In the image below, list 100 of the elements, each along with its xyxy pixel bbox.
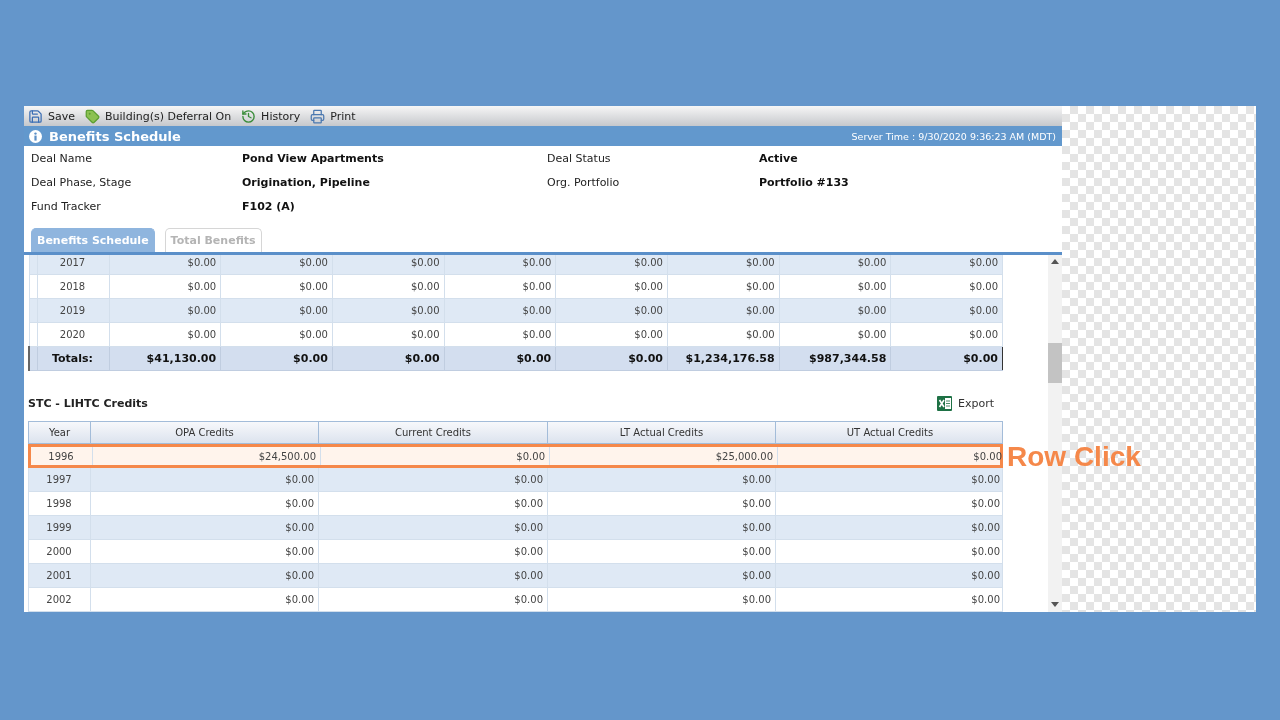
amount-cell: $24,500.00: [93, 447, 321, 465]
total-cell: $1,234,176.58: [667, 346, 780, 371]
amount-cell-text: $0.00: [970, 593, 1001, 607]
amount-cell: $0.00: [779, 255, 891, 275]
export-button[interactable]: Export: [937, 395, 994, 411]
total-cell: $987,344.58: [779, 346, 891, 371]
total-cell: $0.00: [890, 346, 1003, 371]
amount-cell: $0.00: [332, 322, 445, 347]
amount-cell-text: $0.00: [970, 545, 1001, 559]
amount-cell: $0.00: [548, 564, 776, 587]
amount-cell: $0.00: [444, 274, 556, 299]
amount-cell: $0.00: [890, 322, 1003, 347]
amount-cell: $0.00: [555, 298, 668, 323]
scroll-down-icon[interactable]: [1051, 602, 1059, 607]
column-header[interactable]: UT Actual Credits: [776, 422, 1004, 443]
amount-cell-text: $0.00: [970, 473, 1001, 487]
amount-cell: $0.00: [444, 255, 556, 275]
amount-cell: $0.00: [667, 298, 780, 323]
amount-cell: $0.00: [91, 492, 319, 515]
amount-cell: $0.00: [109, 322, 221, 347]
field-value: Portfolio #133: [759, 175, 850, 189]
amount-cell: $0.00: [109, 274, 221, 299]
field-value: Origination, Pipeline: [242, 175, 371, 189]
amount-cell: $0.00: [319, 588, 548, 611]
scrollbar-thumb[interactable]: [1048, 343, 1062, 383]
total-cell: $0.00: [555, 346, 668, 371]
field-label: Org. Portfolio: [547, 175, 621, 189]
total-cell: $41,130.00: [109, 346, 221, 371]
column-header[interactable]: OPA Credits: [91, 422, 319, 443]
amount-cell: $0.00: [779, 274, 891, 299]
amount-cell: $0.00: [91, 540, 319, 563]
year-cell: 2018: [37, 274, 109, 299]
year-cell: 1996: [31, 447, 93, 465]
total-cell: $0.00: [332, 346, 445, 371]
section-title: STC - LIHTC Credits: [28, 396, 148, 410]
table-row[interactable]: 2000 $0.00 $0.00 $0.00 $0.00: [28, 540, 1003, 564]
amount-cell: $0.00: [779, 298, 891, 323]
column-header[interactable]: Current Credits: [319, 422, 548, 443]
table-row[interactable]: 1999 $0.00 $0.00 $0.00 $0.00: [28, 516, 1003, 540]
field-label: Fund Tracker: [31, 199, 102, 213]
year-cell: 1998: [29, 492, 91, 515]
field-value: F102 (A): [242, 199, 296, 213]
amount-cell: $0.00: [319, 468, 548, 491]
column-header[interactable]: Year: [29, 422, 91, 443]
amount-cell: $0.00: [444, 298, 556, 323]
table-row[interactable]: 1997 $0.00 $0.00 $0.00 $0.00: [28, 468, 1003, 492]
table-row[interactable]: 2002 $0.00 $0.00 $0.00 $0.00: [28, 588, 1003, 612]
year-cell: 1999: [29, 516, 91, 539]
amount-cell: $0.00: [555, 255, 668, 275]
amount-cell: $0.00: [91, 588, 319, 611]
amount-cell: $0.00: [319, 540, 548, 563]
year-cell: 2000: [29, 540, 91, 563]
amount-cell: $0.00: [667, 322, 780, 347]
amount-cell: $0.00: [220, 274, 333, 299]
year-cell: 2017: [37, 255, 109, 275]
totals-label: Totals:: [37, 346, 109, 371]
amount-cell: $0.00: [319, 516, 548, 539]
amount-cell: $0.00: [319, 492, 548, 515]
server-time: Server Time : 9/30/2020 9:36:23 AM (MDT): [851, 130, 1056, 142]
amount-cell: $0.00: [220, 298, 333, 323]
amount-cell: $0.00: [890, 274, 1003, 299]
amount-cell: $0.00: [890, 255, 1003, 275]
toolbar-button[interactable]: Building(s) Deferral On: [85, 108, 232, 124]
amount-cell: $0.00: [555, 274, 668, 299]
amount-cell-text: $0.00: [970, 497, 1001, 511]
column-header[interactable]: LT Actual Credits: [548, 422, 776, 443]
amount-cell: $25,000.00: [550, 447, 778, 465]
amount-cell: $0.00: [548, 516, 776, 539]
amount-cell: $0.00: [332, 298, 445, 323]
info-icon: [29, 129, 42, 143]
year-cell: 1997: [29, 468, 91, 491]
scroll-up-icon[interactable]: [1051, 259, 1059, 264]
amount-cell: $0.00: [667, 274, 780, 299]
amount-cell-text: $0.00: [970, 569, 1001, 583]
field-value: Active: [759, 151, 799, 165]
amount-cell: $0.00: [321, 447, 550, 465]
total-cell: $0.00: [220, 346, 333, 371]
year-cell: 2002: [29, 588, 91, 611]
table-row[interactable]: 1998 $0.00 $0.00 $0.00 $0.00: [28, 492, 1003, 516]
field-label: Deal Name: [31, 151, 93, 165]
amount-cell: $0.00: [667, 255, 780, 275]
toolbar-button[interactable]: Save: [28, 108, 75, 124]
amount-cell: $0.00: [91, 516, 319, 539]
clock-icon: [241, 108, 257, 124]
amount-cell: $0.00: [548, 492, 776, 515]
amount-cell: $0.00: [779, 322, 891, 347]
toolbar-button[interactable]: History: [241, 108, 301, 124]
amount-cell: $0.00: [91, 564, 319, 587]
amount-cell: $0.00: [109, 255, 221, 275]
annotation-label: Row Click: [1007, 441, 1141, 473]
total-cell: $0.00: [444, 346, 556, 371]
amount-cell: $0.00: [220, 255, 333, 275]
amount-cell: $0.00: [548, 588, 776, 611]
amount-cell: $0.00: [548, 540, 776, 563]
table-row[interactable]: 2001 $0.00 $0.00 $0.00 $0.00: [28, 564, 1003, 588]
amount-cell: $0.00: [444, 322, 556, 347]
toolbar-button[interactable]: Print: [310, 108, 356, 124]
amount-cell: $0.00: [220, 322, 333, 347]
amount-cell-text: $0.00: [970, 521, 1001, 535]
field-value: Pond View Apartments: [242, 151, 385, 165]
